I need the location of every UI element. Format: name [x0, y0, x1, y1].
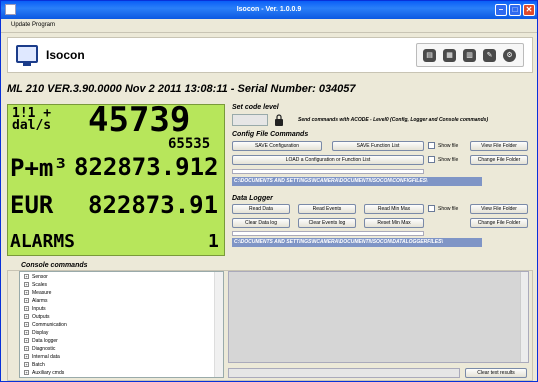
read-events-button[interactable]: Read Events [298, 204, 356, 214]
lcd-display: 1!1 + dal/s 45739 65535 P+m³ 822873.912 … [7, 104, 225, 256]
logger-title: Data Logger [232, 195, 273, 202]
logger-path: C:\DOCUMENTS AND SETTINGS\NCAMERA\DOCUME… [232, 238, 482, 247]
monitor-icon [16, 45, 38, 66]
load-configuration-button[interactable]: LOAD a Configuration or Function List [232, 155, 424, 165]
toolbar: ▤ ▦ ▥ ✎ ⚙ [416, 43, 524, 67]
tree-item-measure[interactable]: + Measure [24, 290, 51, 296]
results-scrollbar[interactable] [520, 272, 528, 362]
lcd-alarms-label: ALARMS [10, 231, 76, 252]
console-title: Console commands [21, 262, 88, 269]
console-command-input[interactable] [228, 368, 460, 378]
tree-item-outputs[interactable]: + Outputs [24, 314, 50, 320]
minimize-button[interactable]: – [495, 4, 507, 16]
expand-icon[interactable]: + [24, 354, 29, 360]
file-icon[interactable]: ▥ [463, 49, 476, 62]
console-results-area[interactable] [228, 271, 529, 363]
config-show-file-label: Show file [438, 143, 459, 149]
expand-icon[interactable]: + [24, 306, 29, 312]
lock-icon[interactable] [274, 114, 284, 126]
expand-icon[interactable]: + [24, 282, 29, 288]
config-progress-bar [232, 169, 424, 174]
config-path: C:\DOCUMENTS AND SETTINGS\NCAMERA\DOCUME… [232, 177, 482, 186]
config-title: Config File Commands [232, 131, 309, 138]
menu-bar: Update Program [1, 19, 537, 33]
save-function-list-button[interactable]: SAVE Function List [332, 141, 424, 151]
config-show-file-label-2: Show file [438, 157, 459, 163]
logger-progress-bar [232, 231, 424, 236]
expand-icon[interactable]: + [24, 370, 29, 376]
logger-show-file-label: Show file [438, 206, 459, 212]
app-header: Isocon ▤ ▦ ▥ ✎ ⚙ [7, 37, 533, 73]
wrench-icon[interactable]: ✎ [483, 49, 496, 62]
tree-item-internal-data[interactable]: + Internal data [24, 354, 60, 360]
save-configuration-button[interactable]: SAVE Configuration [232, 141, 322, 151]
config-show-file-checkbox-2[interactable] [428, 156, 435, 163]
database-icon[interactable]: ▤ [423, 49, 436, 62]
read-data-button[interactable]: Read Data [232, 204, 290, 214]
lcd-sub-value: 65535 [168, 136, 211, 152]
maximize-button[interactable]: □ [509, 4, 521, 16]
lcd-volume-value: 822873.912 [74, 153, 219, 181]
expand-icon[interactable]: + [24, 290, 29, 296]
read-min-max-button[interactable]: Read Min Max [364, 204, 424, 214]
logger-view-folder-button[interactable]: View File Folder [470, 204, 528, 214]
expand-icon[interactable]: + [24, 274, 29, 280]
set-code-title: Set code level [232, 104, 279, 111]
lcd-volume-label: P+m³ [10, 154, 68, 182]
clear-data-log-button[interactable]: Clear Data log [232, 218, 290, 228]
close-button[interactable]: ✕ [523, 4, 535, 16]
main-window: Isocon - Ver. 1.0.0.9 – □ ✕ Update Progr… [0, 0, 538, 382]
expand-icon[interactable]: + [24, 362, 29, 368]
settings-icon[interactable]: ⚙ [503, 49, 516, 62]
tree-item-display[interactable]: + Display [24, 330, 48, 336]
tree-item-auxiliary-cmds[interactable]: + Auxiliary cmds [24, 370, 64, 376]
tree-scrollbar[interactable] [214, 272, 223, 377]
expand-icon[interactable]: + [24, 298, 29, 304]
reset-min-max-button[interactable]: Reset Min Max [364, 218, 424, 228]
lcd-currency-label: EUR [10, 191, 54, 219]
lcd-unit-bottom: dal/s [12, 118, 52, 133]
expand-icon[interactable]: + [24, 338, 29, 344]
device-info: ML 210 VER.3.90.0000 Nov 2 2011 13:08:11… [7, 83, 356, 95]
lcd-currency-value: 822873.91 [88, 191, 219, 219]
expand-icon[interactable]: + [24, 346, 29, 352]
set-code-hint: Send commands with ACODE - Level0 (Confi… [298, 117, 489, 123]
logger-show-file-checkbox[interactable] [428, 205, 435, 212]
clear-text-results-button[interactable]: Clear text results [465, 368, 527, 378]
config-show-file-checkbox[interactable] [428, 142, 435, 149]
lcd-alarms-count: 1 [208, 231, 219, 252]
expand-icon[interactable]: + [24, 330, 29, 336]
window-title: Isocon - Ver. 1.0.0.9 [236, 6, 302, 13]
expand-icon[interactable]: + [24, 322, 29, 328]
tree-item-diagnostic[interactable]: + Diagnostic [24, 346, 55, 352]
title-bar[interactable]: Isocon - Ver. 1.0.0.9 – □ ✕ [1, 1, 537, 19]
expand-icon[interactable]: + [24, 314, 29, 320]
app-name: Isocon [46, 48, 85, 62]
config-change-folder-button[interactable]: Change File Folder [470, 155, 528, 165]
lcd-flow-value: 45739 [88, 104, 191, 140]
tree-item-data-logger[interactable]: + Data logger [24, 338, 58, 344]
document-icon[interactable]: ▦ [443, 49, 456, 62]
tree-item-inputs[interactable]: + Inputs [24, 306, 46, 312]
clear-events-log-button[interactable]: Clear Events log [298, 218, 356, 228]
tree-item-alarms[interactable]: + Alarms [24, 298, 48, 304]
tree-item-scales[interactable]: + Scales [24, 282, 47, 288]
console-command-tree[interactable]: + Sensor + Scales + Measure + Alarms + Inputs… [19, 271, 224, 378]
menu-item-update-program[interactable]: Update Program [11, 22, 55, 28]
tree-item-communication[interactable]: + Communication [24, 322, 67, 328]
logger-change-folder-button[interactable]: Change File Folder [470, 218, 528, 228]
tree-item-sensor[interactable]: + Sensor [24, 274, 48, 280]
tree-item-batch[interactable]: + Batch [24, 362, 45, 368]
config-view-folder-button[interactable]: View File Folder [470, 141, 528, 151]
code-level-field[interactable] [232, 114, 268, 126]
